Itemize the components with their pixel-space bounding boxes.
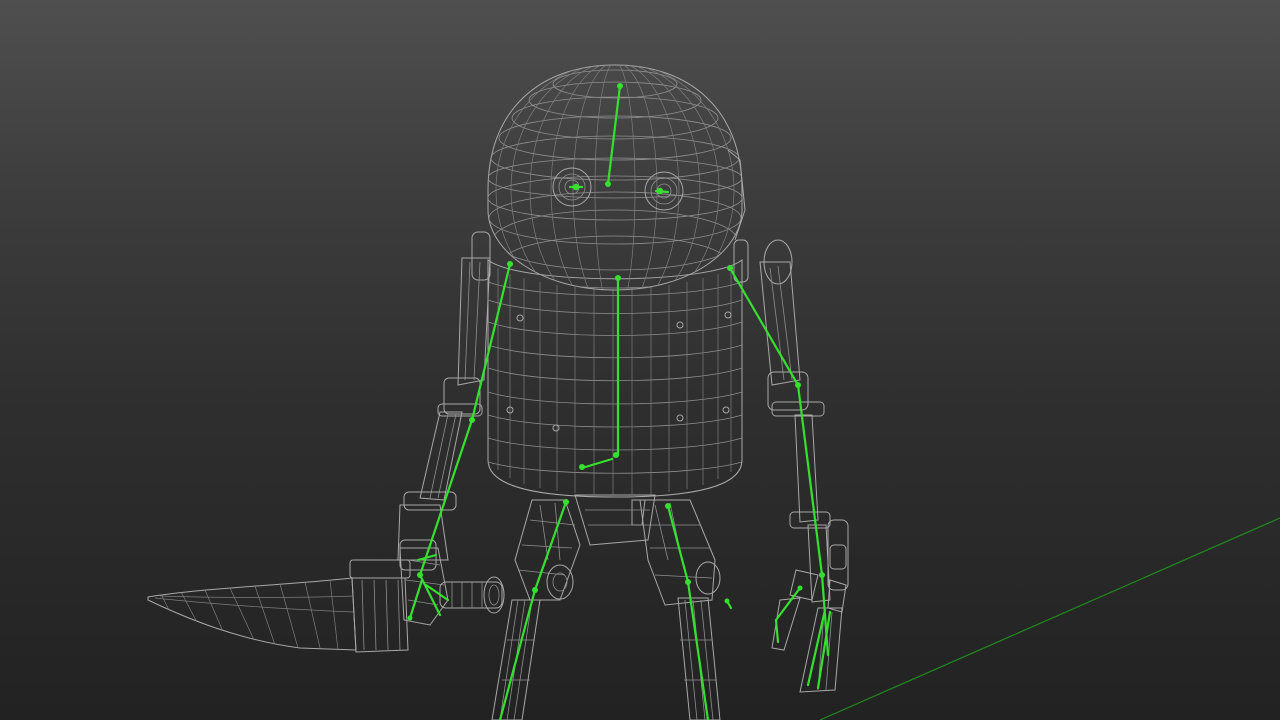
left-shoulder-joint[interactable] (507, 261, 513, 267)
left-hip-joint[interactable] (563, 499, 569, 505)
left-hand-bone-a[interactable] (418, 573, 442, 617)
left-shin-bone[interactable] (498, 588, 537, 720)
right-shoulder-joint[interactable] (727, 265, 733, 271)
left-knee-joint[interactable] (532, 587, 538, 593)
right-forearm-bone[interactable] (796, 383, 824, 577)
right-thumb-tip-bone[interactable] (774, 618, 780, 644)
left-upper-arm-bone[interactable] (470, 262, 512, 422)
sword-mesh[interactable] (147, 547, 505, 653)
left-hand-bone-c[interactable] (408, 578, 424, 620)
left-elbow-joint[interactable] (469, 417, 475, 423)
head-joint-base[interactable] (605, 181, 611, 187)
head-joint-top[interactable] (617, 83, 623, 89)
left-leg-mesh[interactable] (491, 499, 581, 720)
3d-viewport[interactable] (0, 0, 1280, 720)
right-hip-joint[interactable] (665, 503, 671, 509)
right-upper-arm-bone[interactable] (728, 266, 800, 387)
right-thumb-joint[interactable] (797, 585, 803, 591)
left-wrist-joint[interactable] (417, 572, 423, 578)
right-hand-bone-b[interactable] (806, 608, 827, 687)
right-shin-bone[interactable] (686, 580, 710, 720)
head-bone[interactable] (606, 84, 622, 186)
hip-joint[interactable] (579, 464, 585, 470)
skeleton-rig[interactable] (407, 83, 832, 720)
left-finger-joint[interactable] (407, 615, 413, 621)
torso-mesh[interactable] (487, 258, 743, 498)
right-knee-joint[interactable] (685, 579, 691, 585)
viewport-scene[interactable] (0, 0, 1280, 720)
right-wrist-joint[interactable] (819, 572, 825, 578)
tail-joint[interactable] (724, 598, 730, 604)
right-eye-joint[interactable] (656, 187, 664, 195)
ground-grid-axis-line (819, 517, 1280, 720)
right-arm-mesh[interactable] (733, 239, 849, 693)
right-elbow-joint[interactable] (795, 382, 801, 388)
left-forearm-bone[interactable] (418, 418, 474, 577)
right-thigh-bone[interactable] (666, 504, 690, 584)
hip-bone[interactable] (580, 457, 614, 470)
spine-joint-bottom[interactable] (613, 452, 619, 458)
spine-joint-top[interactable] (615, 275, 621, 281)
left-eye-joint[interactable] (572, 183, 580, 191)
